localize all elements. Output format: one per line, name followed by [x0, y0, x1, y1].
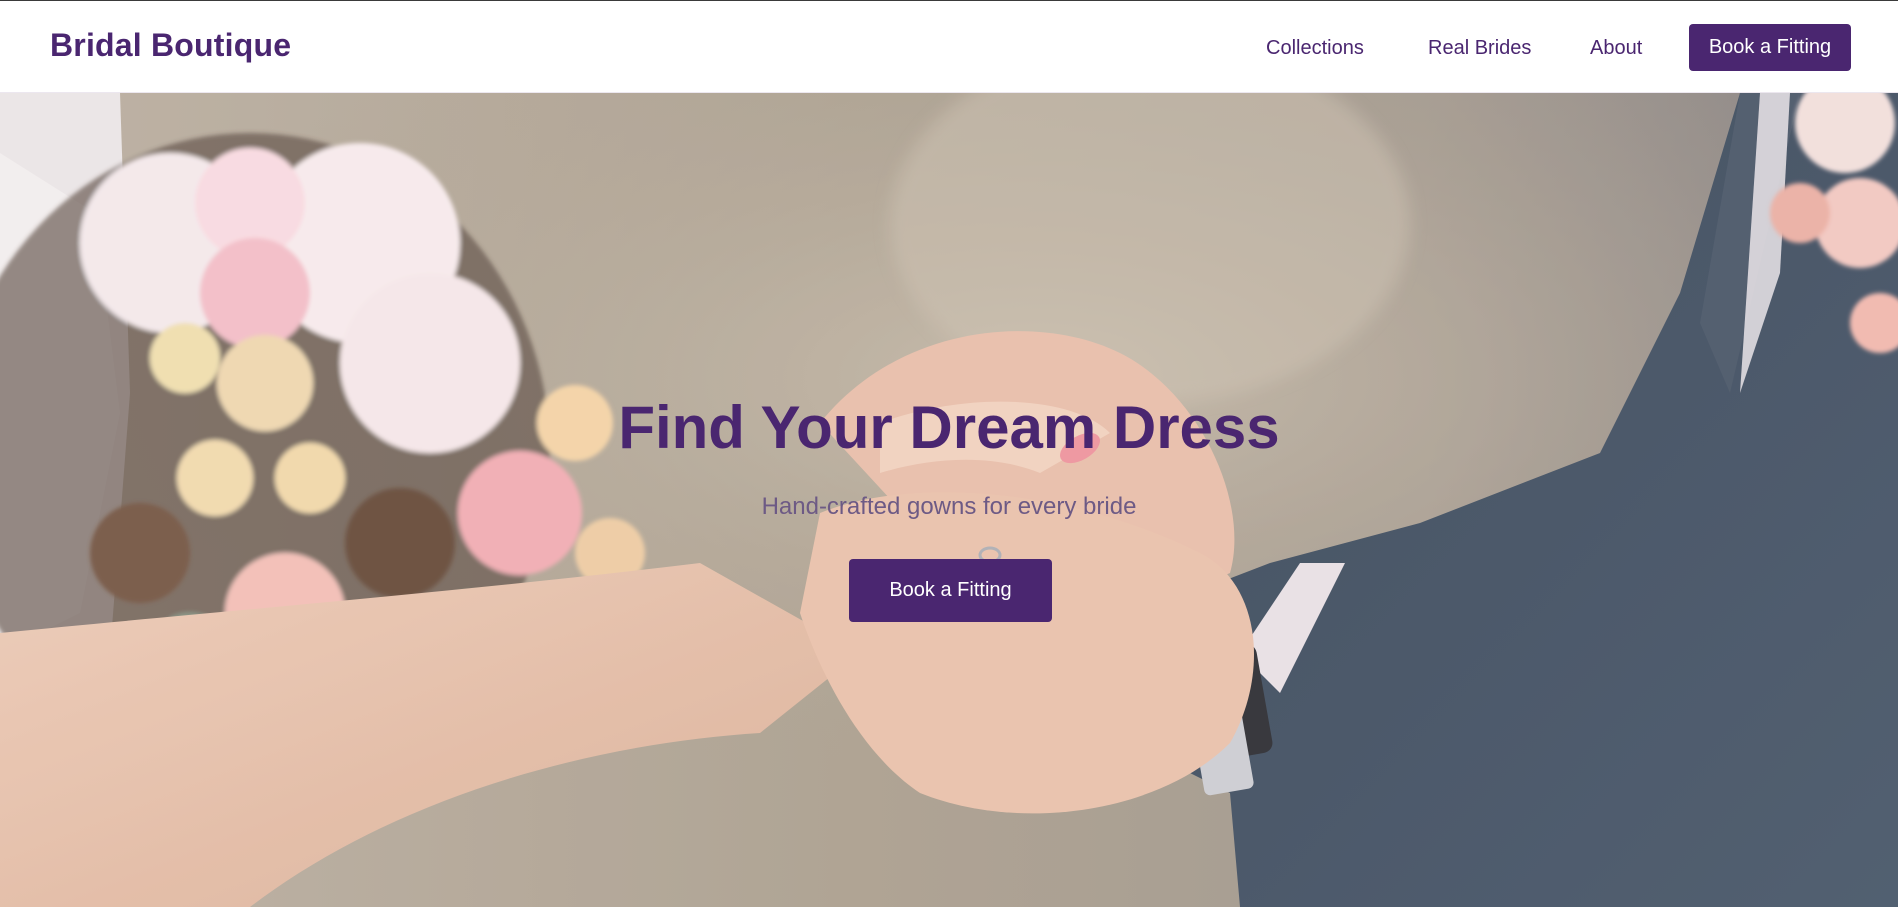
hero-title: Find Your Dream Dress [618, 394, 1280, 461]
nav-link-real-brides[interactable]: Real Brides [1428, 37, 1531, 60]
main-nav: Collections Real Brides About Book a Fit… [0, 1, 1898, 92]
site-header: Bridal Boutique Collections Real Brides … [0, 1, 1898, 93]
book-fitting-nav-button[interactable]: Book a Fitting [1689, 24, 1851, 71]
hero-section: Find Your Dream Dress Hand-crafted gowns… [0, 93, 1898, 907]
hero-subtitle: Hand-crafted gowns for every bride [761, 493, 1137, 520]
nav-link-collections[interactable]: Collections [1266, 37, 1364, 60]
book-fitting-hero-button[interactable]: Book a Fitting [849, 559, 1052, 622]
nav-link-about[interactable]: About [1590, 37, 1642, 60]
